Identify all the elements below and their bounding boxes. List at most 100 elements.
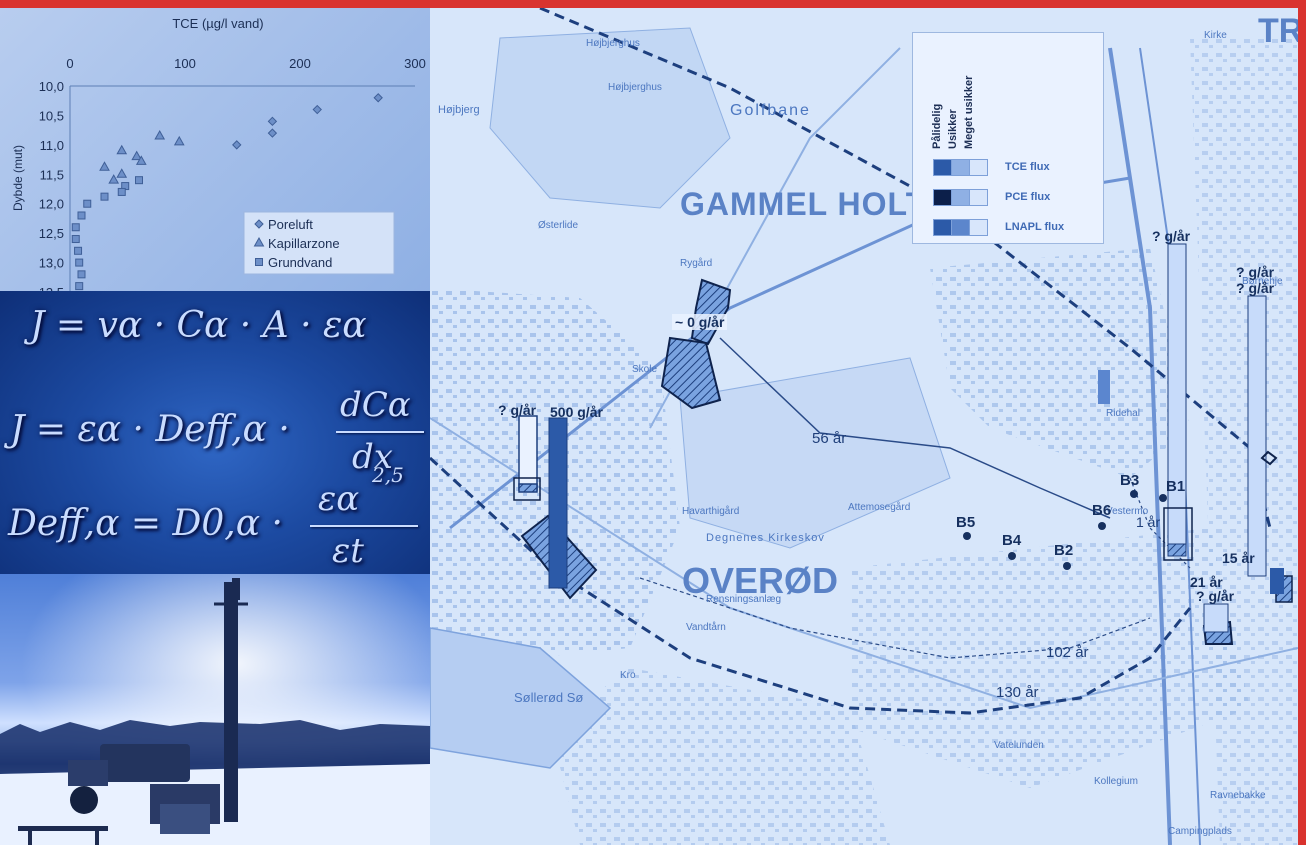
place-hojbjerg: Højbjerg <box>438 104 480 116</box>
borehole-b6: B6 <box>1092 502 1112 519</box>
map-svg <box>430 8 1298 845</box>
chart-point-grundvand <box>135 176 143 185</box>
formula-flux-advection: J = vα · Cα · A · εα <box>30 305 367 346</box>
chart-legend-label: Grundvand <box>268 255 332 270</box>
legend-col-very-uncertain: Meget usikker <box>963 75 975 149</box>
chart-legend-label: Kapillarzone <box>268 236 340 251</box>
chart-point-kapillarzone <box>173 135 185 146</box>
chart-svg: TCE (µg/l vand) Dybde (mut) 0 100 200 300 10… <box>11 16 426 300</box>
chart-point-poreluft <box>267 128 278 138</box>
legend-col-uncertain: Usikker <box>947 109 959 149</box>
chart-y-tick-label: 13,0 <box>39 256 64 271</box>
chart-x-tick-label: 200 <box>289 56 311 71</box>
chart-point-kapillarzone <box>116 168 128 178</box>
chart-title: TCE (µg/l vand) <box>172 16 263 31</box>
chart-y-tick-label: 10,5 <box>39 108 64 123</box>
place-gammel-holte: GAMMEL HOLTE <box>680 186 949 222</box>
chart-legend-label: Poreluft <box>268 217 313 232</box>
flux-label-unknown-east-1: ? g/år <box>1236 264 1275 280</box>
legend-lnapl-very-uncertain <box>969 219 988 236</box>
place-rensningsanlaeg: Rensningsanlæg <box>706 594 782 605</box>
chart-x-tick-label: 0 <box>66 56 73 71</box>
flux-label-zero: ~ 0 g/år <box>672 314 728 330</box>
formula-3-numerator: εα <box>318 479 360 519</box>
place-tro: TRØ <box>1258 12 1298 50</box>
legend-tce-uncertain <box>951 159 970 176</box>
flux-bar-unknown-south <box>1203 603 1229 633</box>
chart-y-tick-label: 11,0 <box>40 138 64 153</box>
chart-y-tick-label: 12,5 <box>39 226 64 241</box>
place-hojbjerghus: Højbjerghus <box>586 38 640 49</box>
chart-point-grundvand <box>255 258 263 266</box>
chart-point-poreluft <box>232 140 242 150</box>
place-vatelunden: Vatelunden <box>994 740 1044 751</box>
flux-bar-b1-hatch <box>1167 543 1187 557</box>
travel-time-130: 130 år <box>996 684 1039 701</box>
borehole-b2: B2 <box>1054 542 1074 559</box>
place-degnenes-kirkeskov: Degnenes Kirkeskov <box>706 532 825 544</box>
chart-point-grundvand <box>71 223 80 232</box>
drill-rig-photo <box>0 574 430 845</box>
flux-bar-west-hatch <box>518 483 538 493</box>
place-kollegium: Kollegium <box>1094 776 1138 787</box>
chart-point-grundvand <box>74 246 83 255</box>
legend-row-tce: TCE flux <box>1005 161 1050 173</box>
formula-2-numerator: dCα <box>340 385 411 425</box>
travel-time-21: 21 år <box>1190 574 1223 590</box>
flux-bar-unknown-west <box>518 415 538 491</box>
place-sollerod-so: Søllerød Sø <box>514 690 584 705</box>
chart-point-grundvand <box>100 192 109 201</box>
formula-3-denominator: εt <box>332 531 364 571</box>
tce-depth-chart: TCE (µg/l vand) Dybde (mut) 0 100 200 300 10… <box>0 8 430 300</box>
chart-point-grundvand <box>77 270 86 279</box>
chart-point-poreluft <box>312 104 322 115</box>
place-kirke: Kirke <box>1204 30 1227 41</box>
borehole-b3: B3 <box>1120 472 1140 489</box>
travel-time-15: 15 år <box>1222 550 1255 566</box>
map-panel: GAMMEL HOLTE OVERØD Golfbane Højbjerghus… <box>430 8 1298 845</box>
chart-point-grundvand <box>117 187 126 196</box>
formula-3-exponent: 2,5 <box>372 463 404 487</box>
place-havarthigard: Havarthigård <box>682 506 740 517</box>
chart-ylabel: Dybde (mut) <box>11 145 25 211</box>
place-skole: Skole <box>632 364 658 375</box>
borehole-b4: B4 <box>1002 532 1022 549</box>
borehole-b5: B5 <box>956 514 976 531</box>
flux-bar-far-east-dark <box>1270 568 1284 594</box>
chart-point-kapillarzone <box>108 174 120 184</box>
chart-point-kapillarzone <box>99 161 110 171</box>
chart-x-tick-label: 100 <box>174 56 196 71</box>
chart-point-poreluft <box>373 93 383 103</box>
chart-legend: Poreluft Kapillarzone Grundvand <box>243 211 395 275</box>
place-kro: Kro <box>620 670 636 681</box>
legend-pce-very-uncertain <box>969 189 988 206</box>
chart-point-grundvand <box>75 258 84 267</box>
formula-3-fraction-bar <box>310 525 418 527</box>
formula-1-text: J = vα · Cα · A · εα <box>30 305 367 346</box>
building-marker <box>1098 370 1110 404</box>
place-hojbjerg-1: Højbjerghus <box>608 82 662 93</box>
chart-point-kapillarzone <box>154 130 166 140</box>
legend-pce-reliable <box>933 189 952 206</box>
chart-y-tick-label: 12,0 <box>39 197 64 212</box>
flux-bar-500 <box>548 417 568 589</box>
source-area-north <box>690 278 732 346</box>
flux-label-unknown-b1: ? g/år <box>1152 228 1191 244</box>
flux-label-500: 500 g/år <box>550 404 603 420</box>
formula-2-fraction-bar <box>336 431 424 433</box>
chart-point-kapillarzone <box>116 144 128 155</box>
source-area-central <box>660 336 722 410</box>
flux-label-unknown-east-2: ? g/år <box>1236 280 1275 296</box>
legend-col-reliable: Pålidelig <box>931 103 943 149</box>
flux-bar-unknown-b1 <box>1167 243 1187 557</box>
legend-row-lnapl: LNAPL flux <box>1005 221 1065 233</box>
legend-pce-uncertain <box>951 189 970 206</box>
place-osterlide: Østerlide <box>538 220 579 231</box>
formula-3-lhs: Deff,α = D0,α · <box>8 503 283 544</box>
drill-rig-illustration <box>0 574 430 845</box>
travel-time-1: 1 år <box>1136 514 1161 530</box>
formula-2-lhs: J = εα · Deff,α · <box>10 409 290 450</box>
travel-time-102: 102 år <box>1046 644 1089 661</box>
place-attemosegard: Attemosegård <box>848 502 911 513</box>
chart-x-tick-label: 300 <box>404 56 426 71</box>
